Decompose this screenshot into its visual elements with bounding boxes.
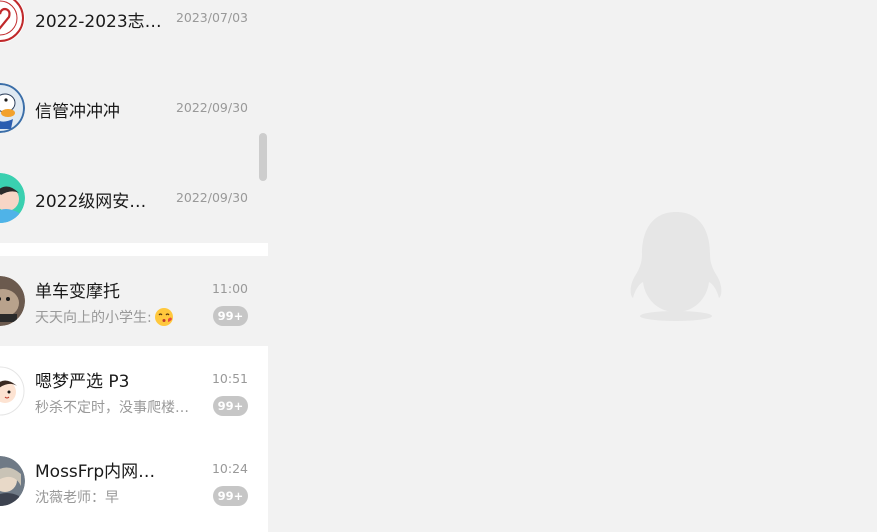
chat-name: MossFrp内网穿透④ [35,462,163,482]
chat-name: 单车变摩托 [35,282,120,302]
kiss-emoji-icon [154,307,174,327]
chat-name: 2022级网安… [35,192,147,212]
unread-badge: 99+ [213,396,248,416]
volunteer-logo-icon [0,0,25,43]
cartoon-avatar-icon [0,173,25,223]
chat-list-sidebar: 2022-2023志… 2023/07/03 信管冲冲冲 2022/09/30 [0,0,268,532]
chat-time: 11:00 [211,281,248,296]
chat-time: 10:24 [211,461,248,476]
chat-time: 2022/09/30 [175,100,248,115]
chat-name: 信管冲冲冲 [35,102,120,122]
chat-time: 10:51 [211,371,248,386]
chat-list-scrollbar[interactable] [259,133,267,181]
chat-name: 2022-2023志… [35,12,162,32]
chat-preview: 秒杀不定时，没事爬楼… [35,400,189,416]
chat-item-yanxuan[interactable]: 嗯梦严选 P3 10:51 秒杀不定时，没事爬楼… 99+ [0,346,268,436]
chat-preview-text: 天天向上的小学生: [35,310,152,326]
chat-item-volunteer-group[interactable]: 2022-2023志… 2023/07/03 [0,0,268,63]
cartoon-boy-avatar-icon [0,366,25,416]
unread-badge: 99+ [213,486,248,506]
donald-duck-avatar-icon [0,83,25,133]
anime-avatar-icon [0,456,25,506]
chat-preview: 天天向上的小学生: [35,307,205,327]
chat-name: 嗯梦严选 P3 [35,372,130,392]
qq-penguin-icon [629,210,723,322]
hamster-avatar-icon [0,276,25,326]
chat-preview: 沈薇老师：早 [35,490,119,506]
chat-item-wangan[interactable]: 2022级网安… 2022/09/30 [0,153,268,243]
unread-badge: 99+ [213,306,248,326]
chat-item-mossfrp[interactable]: MossFrp内网穿透④ 10:24 沈薇老师：早 99+ [0,436,268,526]
chat-time: 2022/09/30 [175,190,248,205]
chat-time: 2023/07/03 [175,10,248,25]
chat-item-danche[interactable]: 单车变摩托 11:00 天天向上的小学生: 99+ [0,256,268,346]
chat-item-xinguan[interactable]: 信管冲冲冲 2022/09/30 [0,63,268,153]
